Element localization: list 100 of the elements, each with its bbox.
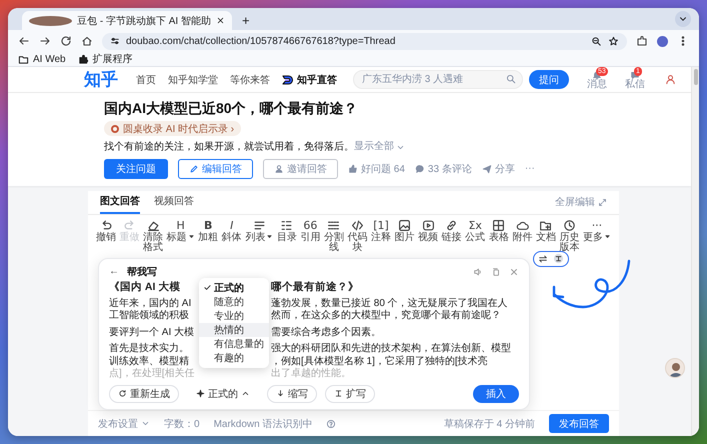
publish-button[interactable]: 发布回答	[549, 414, 609, 433]
answer-text: 强大的科研团队和先进的技术架构，在算法创新、模型	[271, 343, 512, 356]
new-tab-button[interactable]: +	[238, 11, 254, 30]
answer-text: 近年来，国内的 AI	[109, 298, 192, 310]
swap-icon[interactable]	[538, 254, 548, 264]
toolbar-button[interactable]: 文档	[536, 218, 556, 253]
browser-tab[interactable]: 豆包 - 字节跳动旗下 AI 智能助	[22, 11, 232, 30]
toolbar-button[interactable]: 视频	[418, 218, 438, 253]
toolbar-button[interactable]: 列表	[245, 218, 274, 253]
answer-text: 首先是技术实力。	[109, 343, 190, 356]
close-icon[interactable]	[216, 16, 225, 25]
refresh-icon	[118, 389, 127, 398]
follow-button[interactable]: 关注问题	[104, 158, 168, 179]
site-logo[interactable]: 知乎	[84, 68, 118, 91]
chevron-down-icon	[141, 419, 150, 428]
panel-title: 帮我写	[127, 266, 158, 279]
toolbar-button[interactable]: Σx 公式	[465, 218, 486, 253]
nav-link[interactable]: 知乎知学堂	[168, 72, 218, 86]
toolbar-button[interactable]: 66 引用	[300, 218, 320, 253]
site-settings-icon[interactable]	[110, 36, 120, 46]
caret-down-icon	[266, 232, 274, 240]
back-icon[interactable]	[18, 35, 30, 47]
nav-link[interactable]: 首页	[136, 72, 156, 86]
tone-option[interactable]: 随意的	[199, 294, 269, 309]
tone-option[interactable]: 正式的	[199, 280, 269, 295]
answer-title: 哪个最有前途？》	[271, 280, 360, 295]
ask-button[interactable]: 提问	[529, 70, 569, 89]
edit-answer-button[interactable]: 编辑回答	[178, 158, 253, 179]
markdown-status: Markdown 语法识别中	[214, 418, 312, 430]
answer-text: 工智能领域的积极	[109, 310, 190, 323]
answer-text: 点]，在处理[相关任	[109, 368, 196, 381]
folder-icon	[539, 218, 552, 232]
toolbar-button[interactable]: 链接	[442, 218, 462, 253]
tone-option[interactable]: 有信息量的	[199, 336, 269, 351]
answer-text: 然而，在这众多的大模型中，究竟哪个最有前途呢？	[271, 310, 502, 323]
help-icon[interactable]	[326, 418, 336, 428]
toolbar-button[interactable]: 分割线	[324, 218, 344, 253]
tone-option[interactable]: 有趣的	[199, 350, 269, 365]
redo-icon	[123, 218, 136, 232]
check-icon	[203, 283, 212, 292]
regenerate-button[interactable]: 重新生成	[109, 384, 179, 403]
back-button[interactable]: ←	[109, 266, 119, 278]
insert-button[interactable]: 插入	[473, 384, 519, 403]
question-description: 找个有前途的关注，如果开源，就尝试用着，免得落后。显示全部	[104, 140, 671, 155]
bookmark-item[interactable]: AI Web	[18, 54, 66, 64]
scrollbar[interactable]	[691, 67, 699, 436]
toolbar-button[interactable]: 撤销	[96, 218, 116, 253]
copy-icon[interactable]	[491, 266, 501, 277]
tab-search-icon[interactable]	[675, 11, 691, 27]
bookmark-item[interactable]: 扩展程序	[78, 52, 133, 66]
tone-option[interactable]: 热情的	[199, 322, 269, 337]
address-bar[interactable]: doubao.com/chat/collection/105787466767618?type=Thread	[102, 32, 627, 50]
speaker-icon[interactable]	[473, 266, 483, 277]
toolbar-button[interactable]: 目录	[276, 218, 297, 253]
caret-down-icon	[604, 232, 611, 240]
assistant-avatar[interactable]	[665, 358, 685, 378]
toolbar-button[interactable]: ··· 更多	[582, 218, 611, 253]
extensions-icon[interactable]	[636, 35, 648, 47]
toolbar-button[interactable]: 历史版本	[559, 218, 580, 253]
answer-text: 训练效率、模型精	[109, 356, 190, 368]
home-icon[interactable]	[81, 35, 93, 47]
toolbar-button[interactable]: [1] 注释	[371, 218, 392, 253]
draft-status: 草稿保存于 4 分钟前	[444, 418, 535, 430]
user-icon[interactable]	[665, 74, 676, 85]
text-tool-icon[interactable]	[553, 253, 564, 264]
clock-icon	[562, 218, 576, 232]
answer-text: 出了卓越的性能。	[271, 368, 352, 381]
nav-link[interactable]: 知乎直答	[282, 72, 337, 86]
toolbar-button[interactable]: 表格	[488, 218, 509, 253]
table-icon	[492, 218, 506, 232]
toolbar-button[interactable]: 代码块	[347, 218, 368, 253]
share-icon	[482, 164, 492, 174]
video-icon	[422, 218, 435, 232]
tone-dropdown[interactable]: 正式的	[187, 384, 259, 403]
forward-icon[interactable]	[39, 35, 51, 47]
toolbar-button[interactable]: 清除格式	[143, 218, 164, 253]
editor-tab[interactable]: 视频回答	[154, 190, 194, 214]
toolbar-button[interactable]: 图片	[394, 218, 415, 253]
toolbar-button[interactable]: 附件	[512, 218, 532, 253]
link-icon	[445, 218, 458, 232]
expand-button[interactable]: 扩写	[325, 384, 375, 403]
comment-icon	[414, 164, 425, 174]
reload-icon[interactable]	[60, 35, 72, 47]
shorten-icon	[276, 389, 285, 398]
table-of-contents-icon	[280, 218, 294, 232]
shorten-button[interactable]: 缩写	[267, 384, 317, 403]
editor-tab[interactable]: 图文回答	[100, 190, 140, 214]
toolbar-button[interactable]: H 标题	[166, 218, 195, 253]
answer-text: ，例如[具体模型名称 1]，它采用了独特的[技术亮	[271, 356, 489, 368]
collection-tag[interactable]: 圆桌收录 AI 时代启示录 ›	[104, 121, 242, 136]
search-field[interactable]: 广东五华内涝 3 人遇难	[353, 70, 523, 89]
zoom-icon[interactable]	[591, 36, 602, 46]
bookmark-star-icon[interactable]	[608, 36, 619, 46]
nav-link[interactable]: 等你来答	[230, 72, 270, 86]
puzzle-icon	[78, 54, 89, 64]
toolbar-button[interactable]: I 斜体	[222, 218, 242, 253]
toolbar-button[interactable]: B 加粗	[198, 218, 218, 253]
image-icon	[398, 218, 412, 232]
tone-option[interactable]: 专业的	[199, 308, 269, 323]
profile-avatar[interactable]	[657, 36, 668, 46]
